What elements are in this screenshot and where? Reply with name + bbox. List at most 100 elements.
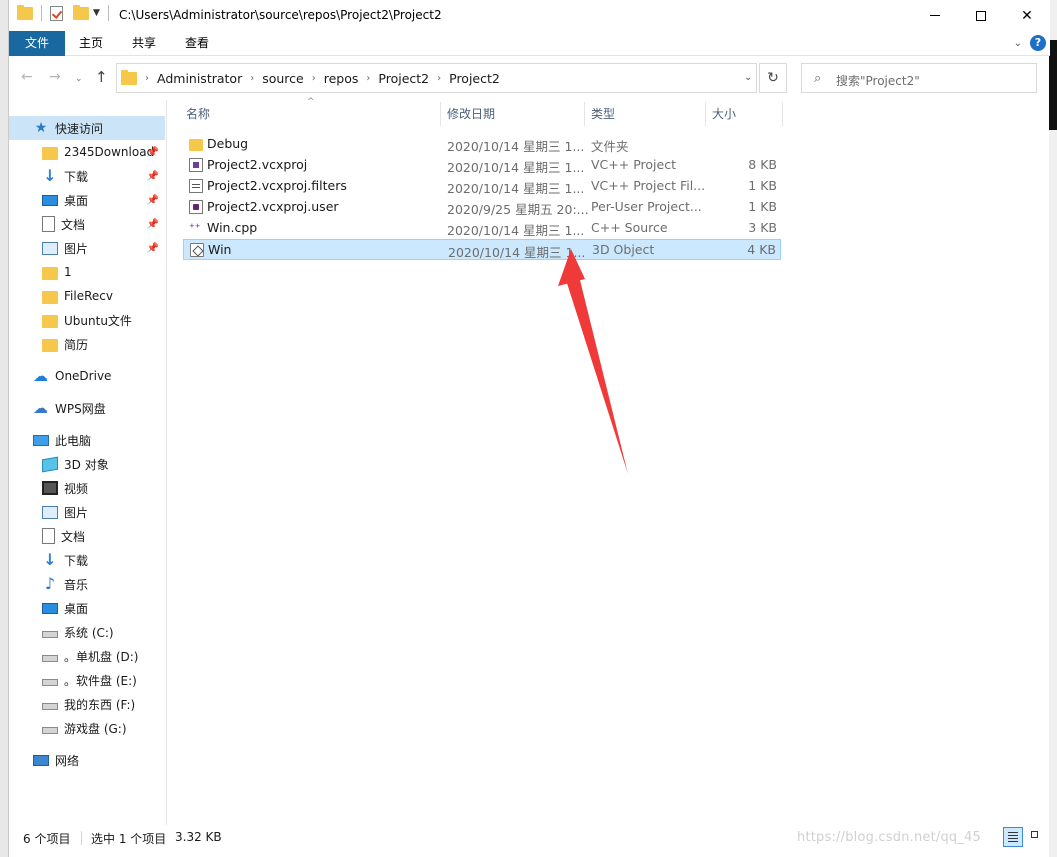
nav-label: 3D 对象 <box>64 457 109 472</box>
chevron-right-icon[interactable]: › <box>366 73 370 84</box>
column-name[interactable]: 名称 <box>184 100 439 128</box>
vcxproj-icon <box>189 158 203 172</box>
breadcrumb: › Administrator › source › repos › Proje… <box>145 71 500 86</box>
nav-item[interactable]: 视频 <box>9 476 165 500</box>
folder-icon[interactable] <box>17 4 33 20</box>
nav-item[interactable]: 。软件盘 (E:) <box>9 668 165 692</box>
nav-item[interactable]: 2345Download 📌 <box>9 140 165 164</box>
forward-arrow-icon[interactable]: → <box>49 69 61 85</box>
file-type: 文件夹 <box>591 139 629 154</box>
nav-item[interactable]: ♪ 音乐 <box>9 572 165 596</box>
file-row[interactable]: Debug 2020/10/14 星期三 1... 文件夹 <box>183 134 781 155</box>
file-row[interactable]: Project2.vcxproj.filters 2020/10/14 星期三 … <box>183 176 781 197</box>
breadcrumb-item[interactable]: Project2 <box>378 71 429 86</box>
breadcrumb-item[interactable]: Administrator <box>157 71 242 86</box>
new-folder-icon[interactable] <box>73 4 89 20</box>
refresh-button[interactable]: ↻ <box>759 63 787 93</box>
column-size[interactable]: 大小 <box>710 100 780 128</box>
nav-item[interactable]: 文档 <box>9 524 165 548</box>
column-divider[interactable] <box>440 102 441 126</box>
nav-label: 图片 <box>64 241 89 256</box>
address-bar[interactable]: › Administrator › source › repos › Proje… <box>116 63 757 93</box>
breadcrumb-item[interactable]: source <box>262 71 304 86</box>
video-icon <box>42 481 58 495</box>
nav-item[interactable]: 文档 📌 <box>9 212 165 236</box>
large-icons-view-icon[interactable] <box>1027 827 1047 847</box>
nav-label: 。单机盘 (D:) <box>64 649 139 664</box>
file-row-selected[interactable]: Win 2020/10/14 星期三 1... 3D Object 4 KB <box>183 239 781 260</box>
help-icon[interactable]: ? <box>1030 35 1046 51</box>
file-name: Win <box>208 242 232 257</box>
minimize-button[interactable] <box>912 0 958 31</box>
nav-item[interactable]: ↓ 下载 <box>9 548 165 572</box>
properties-icon[interactable] <box>50 5 63 21</box>
breadcrumb-item[interactable]: repos <box>324 71 359 86</box>
details-view-icon[interactable] <box>1003 827 1023 847</box>
file-type: Per-User Project... <box>591 199 702 214</box>
file-size: 1 KB <box>748 199 777 214</box>
search-input[interactable]: ⌕ 搜索"Project2" <box>801 63 1037 93</box>
close-button[interactable]: ✕ <box>1004 0 1050 31</box>
3d-objects-icon <box>42 456 58 472</box>
chevron-right-icon[interactable]: › <box>145 73 149 84</box>
window-controls: ✕ <box>912 0 1050 31</box>
nav-item[interactable]: 简历 <box>9 332 165 356</box>
nav-onedrive[interactable]: ☁ OneDrive <box>9 364 165 388</box>
user-file-icon <box>189 200 203 214</box>
file-row[interactable]: Project2.vcxproj.user 2020/9/25 星期五 20:.… <box>183 197 781 218</box>
nav-item[interactable]: 图片 📌 <box>9 236 165 260</box>
pin-icon: 📌 <box>146 194 159 206</box>
nav-this-pc[interactable]: 此电脑 <box>9 428 165 452</box>
up-arrow-icon[interactable]: ↑ <box>95 68 108 86</box>
maximize-button[interactable] <box>958 0 1004 31</box>
nav-item[interactable]: FileRecv <box>9 284 165 308</box>
column-divider[interactable] <box>705 102 706 126</box>
nav-network[interactable]: 网络 <box>9 748 165 772</box>
tab-view[interactable]: 查看 <box>171 31 223 56</box>
column-divider[interactable] <box>584 102 585 126</box>
nav-item[interactable]: 游戏盘 (G:) <box>9 716 165 740</box>
chevron-right-icon[interactable]: › <box>312 73 316 84</box>
column-type[interactable]: 类型 <box>589 100 704 128</box>
window-title: C:\Users\Administrator\source\repos\Proj… <box>119 8 442 22</box>
column-divider[interactable] <box>782 102 783 126</box>
nav-item[interactable]: 3D 对象 <box>9 452 165 476</box>
nav-item[interactable]: Ubuntu文件 <box>9 308 165 332</box>
chevron-down-icon[interactable]: ⌄ <box>744 72 752 83</box>
item-count: 6 个项目 <box>23 832 71 846</box>
tab-file[interactable]: 文件 <box>9 31 65 56</box>
nav-item[interactable]: 。单机盘 (D:) <box>9 644 165 668</box>
selected-count: 选中 1 个项目 <box>91 832 167 846</box>
file-row[interactable]: ⁺⁺ Win.cpp 2020/10/14 星期三 1... C++ Sourc… <box>183 218 781 239</box>
breadcrumb-item[interactable]: Project2 <box>449 71 500 86</box>
nav-item[interactable]: 图片 <box>9 500 165 524</box>
nav-label: 此电脑 <box>55 433 92 448</box>
nav-item[interactable]: 桌面 <box>9 596 165 620</box>
file-type: VC++ Project Fil... <box>591 178 706 193</box>
ribbon-tabs: 文件 主页 共享 查看 ⌄ ? <box>9 31 1050 56</box>
minimize-icon <box>930 15 940 16</box>
chevron-right-icon[interactable]: › <box>437 73 441 84</box>
file-name: Win.cpp <box>207 220 258 235</box>
customize-toolbar-icon[interactable]: ▼ <box>93 8 100 18</box>
nav-wps[interactable]: ☁ WPS网盘 <box>9 396 165 420</box>
divider <box>41 5 42 21</box>
picture-icon <box>42 241 58 255</box>
back-arrow-icon[interactable]: ← <box>21 69 33 85</box>
tab-share[interactable]: 共享 <box>118 31 170 56</box>
tab-home[interactable]: 主页 <box>65 31 117 56</box>
chevron-right-icon[interactable]: › <box>250 73 254 84</box>
file-row[interactable]: Project2.vcxproj 2020/10/14 星期三 1... VC+… <box>183 155 781 176</box>
nav-item[interactable]: 1 <box>9 260 165 284</box>
computer-icon <box>33 434 49 446</box>
file-name: Project2.vcxproj.user <box>207 199 339 214</box>
refresh-icon: ↻ <box>767 70 779 86</box>
nav-item[interactable]: 桌面 📌 <box>9 188 165 212</box>
expand-ribbon-icon[interactable]: ⌄ <box>1014 38 1022 49</box>
nav-item[interactable]: 我的东西 (F:) <box>9 692 165 716</box>
nav-item[interactable]: ↓ 下载 📌 <box>9 164 165 188</box>
recent-locations-icon[interactable]: ⌄ <box>75 74 83 84</box>
nav-quick-access[interactable]: ★ 快速访问 <box>9 116 165 140</box>
column-date[interactable]: 修改日期 <box>445 100 583 128</box>
nav-item[interactable]: 系统 (C:) <box>9 620 165 644</box>
